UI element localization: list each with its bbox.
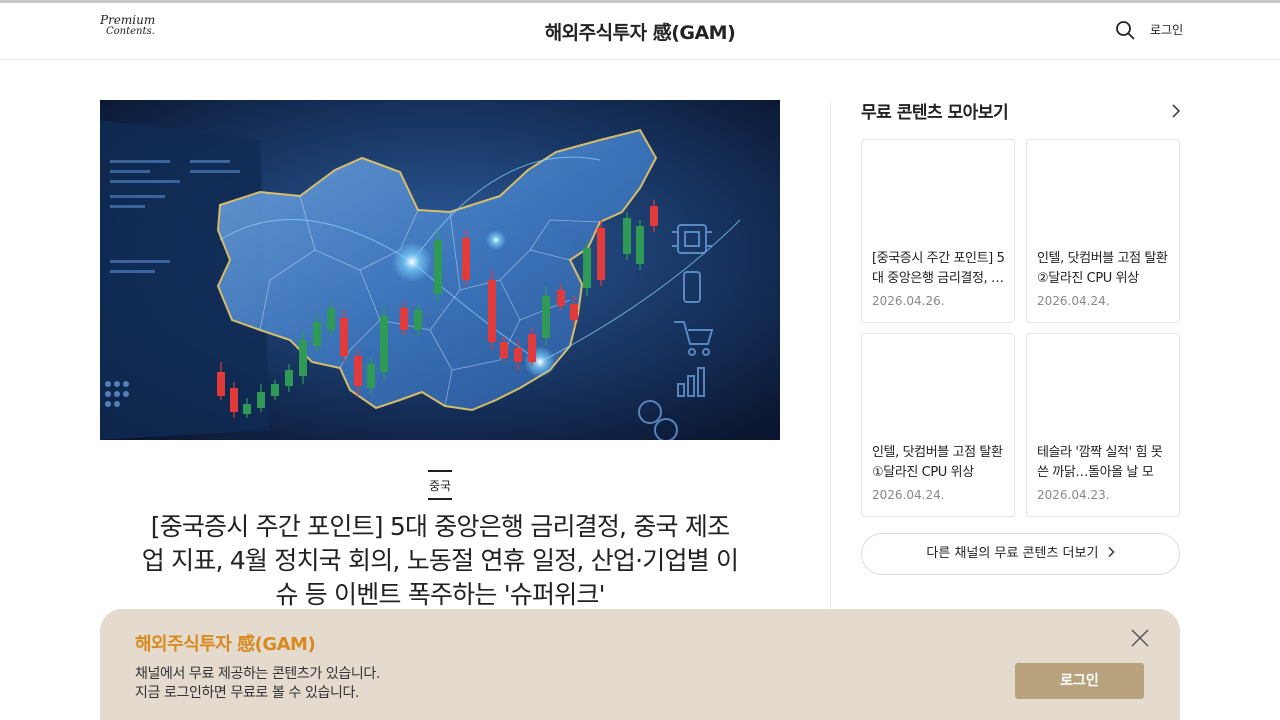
- search-icon[interactable]: [1115, 20, 1135, 40]
- content-card-title: 인텔, 닷컴버블 고점 탈환 ②달라진 CPU 위상: [1037, 251, 1168, 286]
- login-prompt-banner: 해외주식투자 感(GAM) 채널에서 무료 제공하는 콘텐츠가 있습니다. 지금…: [100, 609, 1180, 720]
- article-category-label: 중국: [427, 470, 453, 500]
- content-card-title: [중국증시 주간 포인트] 5대 중앙은행 금리결정, 중국 제조업 지표: [872, 251, 1005, 286]
- free-content-heading[interactable]: 무료 콘텐츠 모아보기: [861, 98, 1009, 123]
- content-card-title: 인텔, 닷컴버블 고점 탈환 ①달라진 CPU 위상: [872, 445, 1003, 480]
- banner-message-line-2: 지금 로그인하면 무료로 볼 수 있습니다.: [135, 685, 359, 701]
- content-card[interactable]: 인텔, 닷컴버블 고점 탈환 ②달라진 CPU 위상 2026.04.24.: [1026, 139, 1180, 323]
- site-header: Premium Contents. 해외주식투자 感(GAM) 로그인: [0, 3, 1280, 60]
- content-card-date: 2026.04.23.: [1037, 488, 1110, 502]
- content-card-date: 2026.04.26.: [872, 294, 945, 308]
- close-icon[interactable]: [1130, 628, 1150, 648]
- header-login-link[interactable]: 로그인: [1150, 21, 1183, 38]
- column-divider: [830, 100, 831, 620]
- chevron-right-icon[interactable]: [1170, 103, 1182, 119]
- content-card[interactable]: 테슬라 '깜짝 실적' 힘 못 쓴 까닭…돌아올 날 모 2026.04.23.: [1026, 333, 1180, 517]
- more-free-content-button[interactable]: 다른 채널의 무료 콘텐츠 더보기: [861, 533, 1180, 575]
- banner-title: 해외주식투자 感(GAM): [135, 634, 316, 655]
- chevron-right-icon: [1107, 535, 1115, 575]
- article-hero-image[interactable]: [100, 100, 780, 440]
- banner-message-line-1: 채널에서 무료 제공하는 콘텐츠가 있습니다.: [135, 666, 380, 682]
- content-card-title: 테슬라 '깜짝 실적' 힘 못 쓴 까닭…돌아올 날 모: [1037, 445, 1163, 480]
- article-title[interactable]: [중국증시 주간 포인트] 5대 중앙은행 금리결정, 중국 제조업 지표, 4…: [140, 510, 740, 612]
- content-card-date: 2026.04.24.: [872, 488, 945, 502]
- content-card-date: 2026.04.24.: [1037, 294, 1110, 308]
- content-card[interactable]: [중국증시 주간 포인트] 5대 중앙은행 금리결정, 중국 제조업 지표 20…: [861, 139, 1015, 323]
- more-free-content-label: 다른 채널의 무료 콘텐츠 더보기: [926, 546, 1099, 561]
- banner-login-button[interactable]: 로그인: [1015, 663, 1144, 699]
- site-title[interactable]: 해외주식투자 感(GAM): [0, 18, 1280, 45]
- content-card[interactable]: 인텔, 닷컴버블 고점 탈환 ①달라진 CPU 위상 2026.04.24.: [861, 333, 1015, 517]
- article-category: 중국: [0, 470, 880, 500]
